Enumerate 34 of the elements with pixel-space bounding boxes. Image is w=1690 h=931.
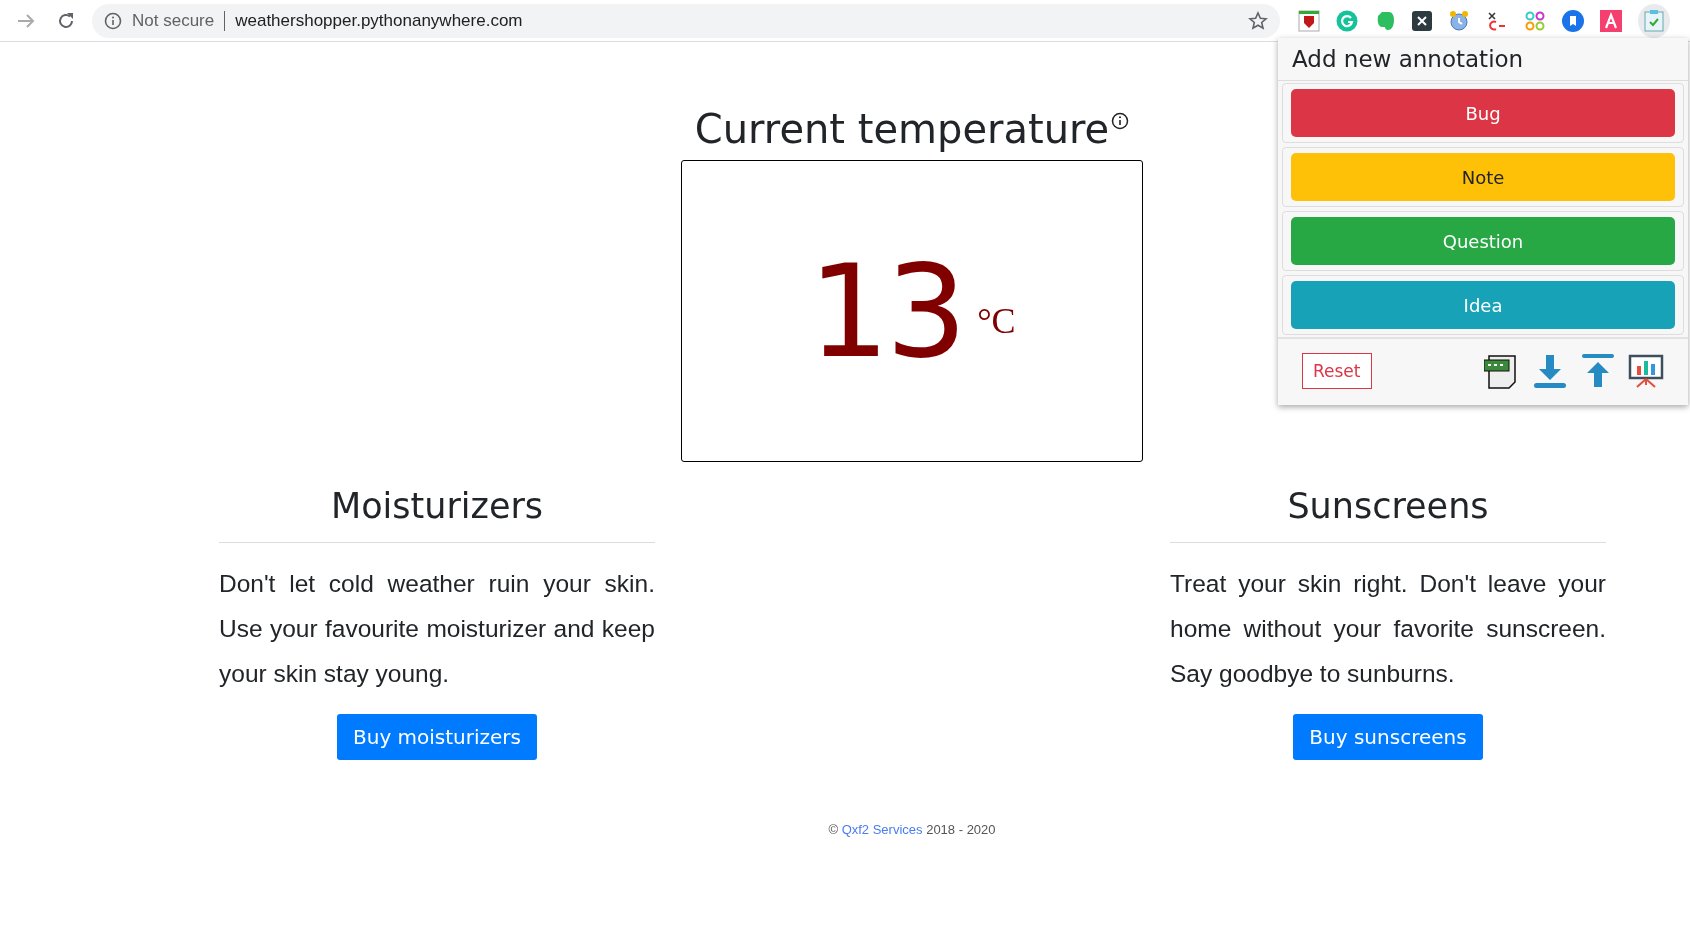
url-text: weathershopper.pythonanywhere.com <box>235 10 524 31</box>
star-icon[interactable] <box>1248 10 1268 31</box>
presentation-chart-icon[interactable] <box>1628 353 1664 389</box>
clipboard-check-icon[interactable] <box>1644 9 1664 32</box>
copyright-text: © Qxf2 Services 2018 - 2020 <box>828 822 996 837</box>
section-description: Treat your skin right. Don't leave your home without your favorite sunscreen. Say goodbye to sunburns. <box>1170 569 1606 689</box>
address-bar[interactable]: Not secure weathershopper.pythonanywhere.com <box>92 3 1280 38</box>
upload-icon[interactable] <box>1580 353 1616 389</box>
buy-button[interactable]: Buy moisturizers <box>337 714 537 760</box>
temperature-value: 13 <box>808 236 964 386</box>
temperature-unit: °C <box>977 300 1016 342</box>
info-icon[interactable] <box>1111 112 1130 130</box>
bookmark-icon[interactable] <box>1562 9 1584 32</box>
question-annotation-button[interactable]: Question <box>1291 217 1675 265</box>
x-icon[interactable] <box>1412 10 1432 31</box>
forward-icon[interactable] <box>16 11 36 30</box>
idea-annotation-button[interactable]: Idea <box>1291 281 1675 329</box>
section-heading: Sunscreens <box>1170 476 1606 543</box>
note-annotation-button[interactable]: Note <box>1291 153 1675 201</box>
buy-button[interactable]: Buy sunscreens <box>1293 714 1483 760</box>
shield-icon[interactable] <box>1298 9 1320 32</box>
company-link[interactable]: Qxf2 Services <box>841 822 923 837</box>
download-icon[interactable] <box>1532 353 1568 389</box>
section-heading: Moisturizers <box>219 476 655 543</box>
popup-title: Add new annotation <box>1278 38 1688 81</box>
reset-button[interactable]: Reset <box>1302 353 1372 389</box>
section-description: Don't let cold weather ruin your skin. Use your favourite moisturizer and keep your skin stay young. <box>219 569 655 689</box>
letter-tile-icon[interactable] <box>1600 9 1622 32</box>
security-label: Not secure <box>132 10 215 31</box>
circles-icon[interactable] <box>1524 9 1546 32</box>
reload-icon[interactable] <box>56 10 76 31</box>
bug-annotation-button[interactable]: Bug <box>1291 89 1675 137</box>
temperature-heading: Current temperature <box>694 106 1110 152</box>
alarm-clock-icon[interactable] <box>1448 9 1470 32</box>
